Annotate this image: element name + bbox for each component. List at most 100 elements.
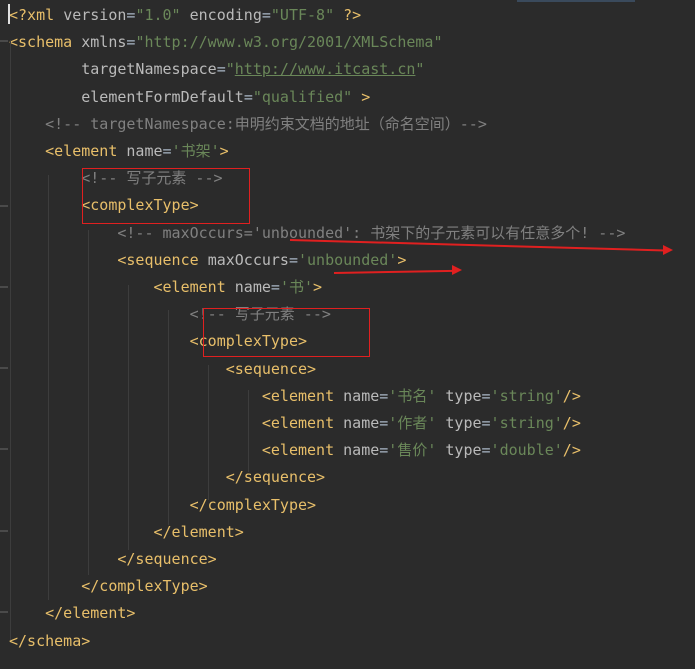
code-token: <element	[9, 142, 127, 160]
code-line[interactable]: </complexType>	[9, 492, 316, 519]
code-line[interactable]: <element name='书名' type='string'/>	[9, 383, 581, 410]
code-line[interactable]: </sequence>	[9, 546, 217, 573]
annotation-box-outer-complextype	[82, 168, 250, 224]
code-token: =	[216, 60, 226, 79]
code-token: <sequence	[9, 250, 208, 269]
text-cursor	[8, 4, 10, 24]
code-line[interactable]: <?xml version="1.0" encoding="UTF-8" ?>	[9, 2, 361, 29]
code-line[interactable]: </element>	[9, 600, 135, 627]
code-token: =	[379, 414, 389, 432]
indent-guide	[128, 285, 129, 550]
fold-marker[interactable]	[0, 611, 8, 613]
code-line[interactable]: <element name='书'>	[9, 274, 322, 301]
code-token: <schema	[9, 33, 82, 52]
code-token: =	[270, 278, 280, 296]
code-line[interactable]: <element name='作者' type='string'/>	[9, 410, 581, 437]
code-line[interactable]: <element name='书架'>	[9, 138, 229, 165]
code-line[interactable]: <element name='售价' type='double'/>	[9, 437, 581, 464]
fold-marker[interactable]	[0, 530, 8, 532]
code-token: <element	[9, 414, 344, 432]
code-token: >	[397, 250, 407, 269]
code-token: name	[343, 441, 380, 460]
code-token: </complexType>	[9, 577, 208, 596]
code-token: elementFormDefault	[9, 87, 244, 106]
code-token: "qualified"	[252, 87, 353, 106]
code-line[interactable]: </schema>	[9, 628, 90, 655]
code-token: />	[562, 441, 581, 460]
code-token: =	[288, 250, 298, 269]
code-token: </sequence>	[9, 550, 217, 568]
code-line[interactable]: targetNamespace="http://www.itcast.cn"	[9, 56, 424, 83]
code-token: </element>	[9, 522, 244, 541]
code-token: name	[343, 386, 380, 405]
code-token: name	[234, 278, 271, 296]
indent-guide	[10, 40, 11, 640]
code-token: <element	[9, 386, 344, 405]
indent-guide	[168, 310, 169, 525]
code-token: '作者'	[388, 414, 437, 432]
code-token: type	[436, 386, 482, 405]
code-token: =	[261, 6, 271, 24]
code-token: http://www.itcast.cn	[234, 60, 416, 79]
code-token: >	[219, 142, 229, 160]
fold-marker[interactable]	[0, 448, 8, 450]
code-token: targetNamespace	[9, 60, 217, 79]
code-line[interactable]: </element>	[9, 519, 244, 546]
code-token: =	[379, 441, 389, 460]
fold-marker[interactable]	[0, 40, 8, 42]
code-token: <?xml	[9, 6, 64, 24]
code-token: name	[343, 414, 380, 432]
code-token: version	[63, 6, 127, 24]
code-token: "UTF-8"	[270, 6, 335, 24]
indent-guide	[208, 365, 209, 500]
code-token: '书名'	[388, 386, 437, 405]
code-line[interactable]: <!-- targetNamespace:申明约束文档的地址（命名空间）-->	[9, 111, 487, 138]
indent-guide	[88, 230, 89, 575]
code-token: '书架'	[171, 142, 220, 160]
code-token: 'unbounded'	[298, 250, 398, 269]
code-editor[interactable]: <?xml version="1.0" encoding="UTF-8" ?> <…	[0, 0, 695, 669]
indent-guide	[248, 390, 249, 472]
annotation-arrowhead	[663, 245, 673, 255]
code-token: 'string'	[490, 386, 563, 405]
code-token: =	[481, 441, 491, 460]
code-line[interactable]: <schema xmlns="http://www.w3.org/2001/XM…	[9, 29, 442, 56]
code-token: maxOccurs	[207, 250, 289, 269]
code-token: "http://www.w3.org/2001/XMLSchema"	[135, 33, 443, 52]
code-token: type	[436, 441, 482, 460]
fold-marker[interactable]	[0, 205, 8, 207]
indent-guide	[48, 175, 49, 600]
fold-marker[interactable]	[0, 286, 8, 288]
code-token: </complexType>	[9, 495, 317, 514]
code-token: "	[225, 60, 235, 79]
fold-marker[interactable]	[0, 367, 8, 369]
code-token: <element	[9, 441, 344, 460]
code-token: >	[352, 87, 371, 106]
code-token: '售价'	[388, 441, 437, 460]
code-token: type	[436, 414, 482, 432]
code-token: =	[379, 386, 389, 405]
code-token: '书'	[279, 278, 313, 296]
code-token: >	[313, 278, 323, 296]
code-token: 'string'	[490, 414, 563, 432]
code-token: ?>	[334, 6, 362, 24]
code-token: <sequence>	[9, 359, 317, 378]
code-token: "	[415, 60, 425, 79]
code-token: name	[126, 142, 163, 160]
code-line[interactable]: <sequence maxOccurs='unbounded'>	[9, 247, 406, 274]
code-token: "1.0"	[135, 6, 181, 24]
code-token: <!-- targetNamespace:申明约束文档的地址（命名空间）-->	[9, 114, 487, 133]
code-token: =	[162, 142, 172, 160]
code-line[interactable]: <sequence>	[9, 356, 316, 383]
annotation-arrowhead	[452, 265, 462, 275]
code-token: <element	[9, 278, 235, 296]
code-line[interactable]: elementFormDefault="qualified" >	[9, 84, 370, 111]
code-line[interactable]: </complexType>	[9, 573, 208, 600]
code-token: />	[562, 414, 581, 432]
code-token: =	[243, 87, 253, 106]
editor-top-indicator	[517, 0, 635, 2]
code-token: />	[562, 386, 581, 405]
code-token: =	[481, 414, 491, 432]
code-token: xmlns	[81, 33, 127, 52]
annotation-box-inner-complextype	[203, 308, 370, 357]
